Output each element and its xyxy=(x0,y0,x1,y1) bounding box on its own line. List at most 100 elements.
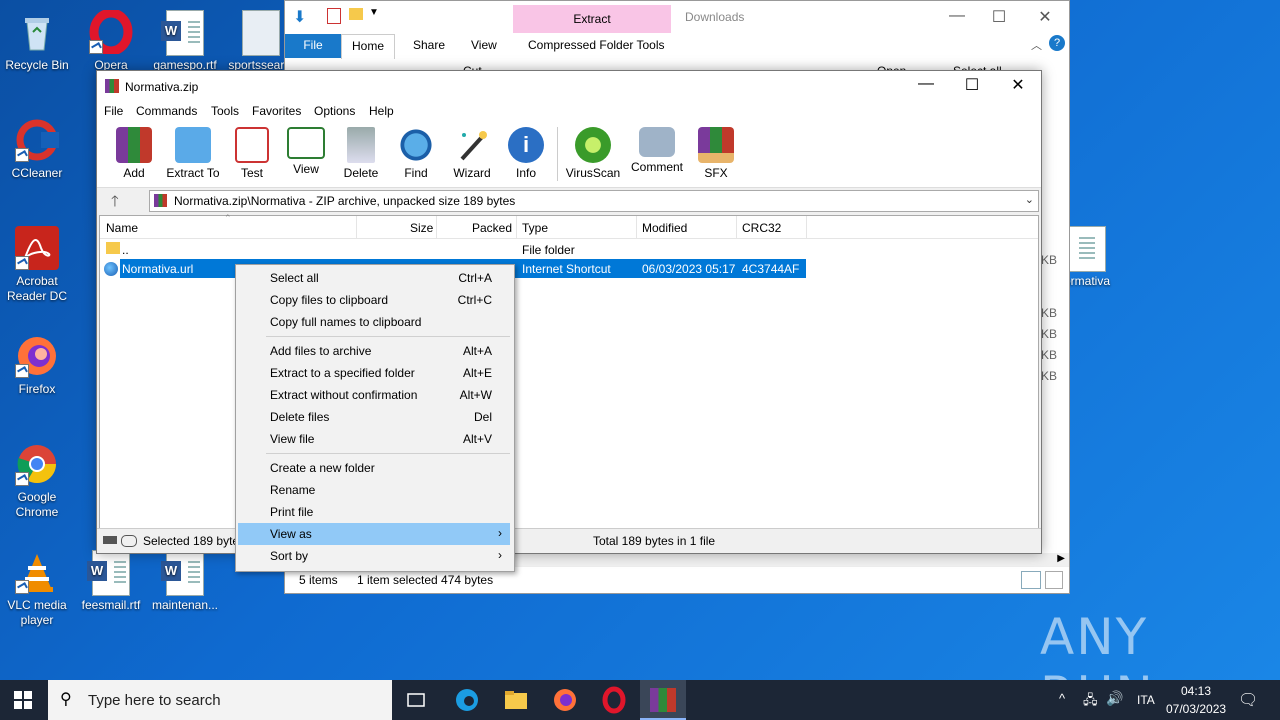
desktop-icon-vlc[interactable]: VLC media player xyxy=(0,550,74,628)
menu-file[interactable]: File xyxy=(104,104,123,118)
menu-item-extract-without-confirmation[interactable]: Extract without confirmation Alt+W xyxy=(238,384,510,406)
desktop-icon-ccleaner[interactable]: CCleaner xyxy=(0,118,74,181)
desktop-icon-opera[interactable]: Opera xyxy=(74,8,148,73)
column-divider[interactable] xyxy=(516,216,517,238)
down-arrow-icon[interactable]: ⬇ xyxy=(293,7,306,27)
chevron-down-icon[interactable]: ▼ xyxy=(369,7,379,18)
help-icon[interactable]: ? xyxy=(1049,35,1065,51)
tab-file[interactable]: File xyxy=(285,34,341,58)
menu-item-rename[interactable]: Rename xyxy=(238,479,510,501)
clock-time[interactable]: 04:13 xyxy=(1181,684,1211,698)
winrar-taskbar-icon[interactable] xyxy=(640,680,686,720)
menu-tools[interactable]: Tools xyxy=(211,104,239,118)
desktop-icon-maintenan[interactable]: W maintenan... xyxy=(148,550,222,613)
large-icons-view-icon[interactable] xyxy=(1045,571,1063,589)
close-icon[interactable]: ✕ xyxy=(995,75,1041,95)
column-divider[interactable] xyxy=(356,216,357,238)
virusscan-button[interactable]: VirusScan xyxy=(565,127,621,180)
volume-icon[interactable]: 🔊 xyxy=(1106,690,1123,707)
menu-item-print-file[interactable]: Print file xyxy=(238,501,510,523)
extract-context-tab[interactable]: Extract xyxy=(513,5,671,33)
tab-compressed-folder-tools[interactable]: Compressed Folder Tools xyxy=(518,34,675,58)
desktop-icon-chrome[interactable]: Google Chrome xyxy=(0,442,74,520)
add-button[interactable]: Add xyxy=(106,127,162,180)
chevron-down-icon[interactable]: ⌄ xyxy=(1025,193,1034,206)
menubar: File Commands Tools Favorites Options He… xyxy=(97,101,1041,121)
menu-options[interactable]: Options xyxy=(314,104,355,118)
menu-item-sort-by[interactable]: Sort by › xyxy=(238,545,510,567)
network-icon[interactable]: 🖧 xyxy=(1083,691,1098,713)
column-packed[interactable]: Packed xyxy=(472,221,512,235)
menu-item-label: Extract to a specified folder xyxy=(270,366,415,380)
comment-button[interactable]: Comment xyxy=(629,127,685,174)
menu-item-view-file[interactable]: View file Alt+V xyxy=(238,428,510,450)
column-divider[interactable] xyxy=(736,216,737,238)
properties-icon[interactable] xyxy=(327,8,341,24)
up-arrow-icon[interactable]: 🡑 xyxy=(111,191,119,216)
column-divider[interactable] xyxy=(636,216,637,238)
menu-item-select-all[interactable]: Select all Ctrl+A xyxy=(238,267,510,289)
edge-icon[interactable] xyxy=(453,686,481,714)
minimize-icon[interactable]: — xyxy=(937,7,977,25)
desktop-icon-gamespo[interactable]: W gamespo.rtf xyxy=(148,10,222,73)
menu-item-view-as[interactable]: View as › xyxy=(238,523,510,545)
maximize-icon[interactable]: ☐ xyxy=(949,75,995,95)
desktop-icon-recycle-bin[interactable]: Recycle Bin xyxy=(0,10,74,73)
column-modified[interactable]: Modified xyxy=(642,221,687,235)
desktop-icon-acrobat[interactable]: Acrobat Reader DC xyxy=(0,226,74,304)
menu-item-extract-to-a-specified-folder[interactable]: Extract to a specified folder Alt+E xyxy=(238,362,510,384)
path-field[interactable]: Normativa.zip\Normativa - ZIP archive, u… xyxy=(149,190,1039,212)
sfx-button[interactable]: SFX xyxy=(688,127,744,180)
clock-date[interactable]: 07/03/2023 xyxy=(1166,702,1226,716)
test-button[interactable]: Test xyxy=(224,127,280,180)
column-size[interactable]: Size xyxy=(410,221,433,235)
desktop-icon-feesmail[interactable]: W feesmail.rtf xyxy=(74,550,148,613)
scroll-right-icon[interactable]: ▶ xyxy=(1057,553,1065,564)
file-explorer-icon[interactable] xyxy=(502,686,530,714)
menu-item-label: Sort by xyxy=(270,549,309,563)
find-button[interactable]: Find xyxy=(388,127,444,180)
firefox-taskbar-icon[interactable] xyxy=(551,686,579,714)
sort-indicator-icon: ⌃ xyxy=(224,213,232,223)
column-divider[interactable] xyxy=(806,216,807,238)
menu-item-add-files-to-archive[interactable]: Add files to archive Alt+A xyxy=(238,340,510,362)
desktop-icon-firefox[interactable]: Firefox xyxy=(0,334,74,397)
column-divider[interactable] xyxy=(436,216,437,238)
notification-icon[interactable]: 🗨 xyxy=(1238,690,1258,710)
menu-commands[interactable]: Commands xyxy=(136,104,197,118)
view-button[interactable]: View xyxy=(278,127,334,176)
extract-to-button[interactable]: Extract To xyxy=(165,127,221,180)
opera-taskbar-icon[interactable] xyxy=(600,686,628,714)
menu-item-delete-files[interactable]: Delete files Del xyxy=(238,406,510,428)
windows-start-icon[interactable] xyxy=(14,691,32,709)
details-view-icon[interactable] xyxy=(1021,571,1041,589)
task-view-icon[interactable] xyxy=(402,686,430,714)
tab-view[interactable]: View xyxy=(461,34,507,58)
chevron-up-icon[interactable]: ^ xyxy=(1059,691,1065,706)
column-crc32[interactable]: CRC32 xyxy=(742,221,781,235)
language-indicator[interactable]: ITA xyxy=(1137,693,1155,707)
info-button[interactable]: i Info xyxy=(498,127,554,180)
menu-item-shortcut: Ctrl+A xyxy=(458,271,492,285)
folder-icon xyxy=(106,242,120,254)
tab-share[interactable]: Share xyxy=(403,34,455,58)
menu-item-create-a-new-folder[interactable]: Create a new folder xyxy=(238,457,510,479)
menu-favorites[interactable]: Favorites xyxy=(252,104,301,118)
maximize-icon[interactable]: ☐ xyxy=(979,7,1019,27)
delete-button[interactable]: Delete xyxy=(333,127,389,180)
menu-item-copy-full-names-to-clipboard[interactable]: Copy full names to clipboard xyxy=(238,311,510,333)
toolbar-separator xyxy=(557,127,558,181)
chevron-up-icon[interactable]: ︿ xyxy=(1031,37,1042,53)
folder-icon[interactable] xyxy=(349,8,363,20)
minimize-icon[interactable]: — xyxy=(903,75,949,93)
column-name[interactable]: Name xyxy=(106,221,138,235)
menu-item-copy-files-to-clipboard[interactable]: Copy files to clipboard Ctrl+C xyxy=(238,289,510,311)
column-type[interactable]: Type xyxy=(522,221,548,235)
table-row-parent[interactable]: .. File folder xyxy=(100,240,806,259)
close-icon[interactable]: ✕ xyxy=(1025,7,1065,27)
menu-help[interactable]: Help xyxy=(369,104,394,118)
tab-home[interactable]: Home xyxy=(341,34,396,59)
magnifier-icon xyxy=(398,127,434,163)
search-box[interactable]: ⚲ Type here to search xyxy=(48,680,392,720)
wizard-button[interactable]: Wizard xyxy=(444,127,500,180)
